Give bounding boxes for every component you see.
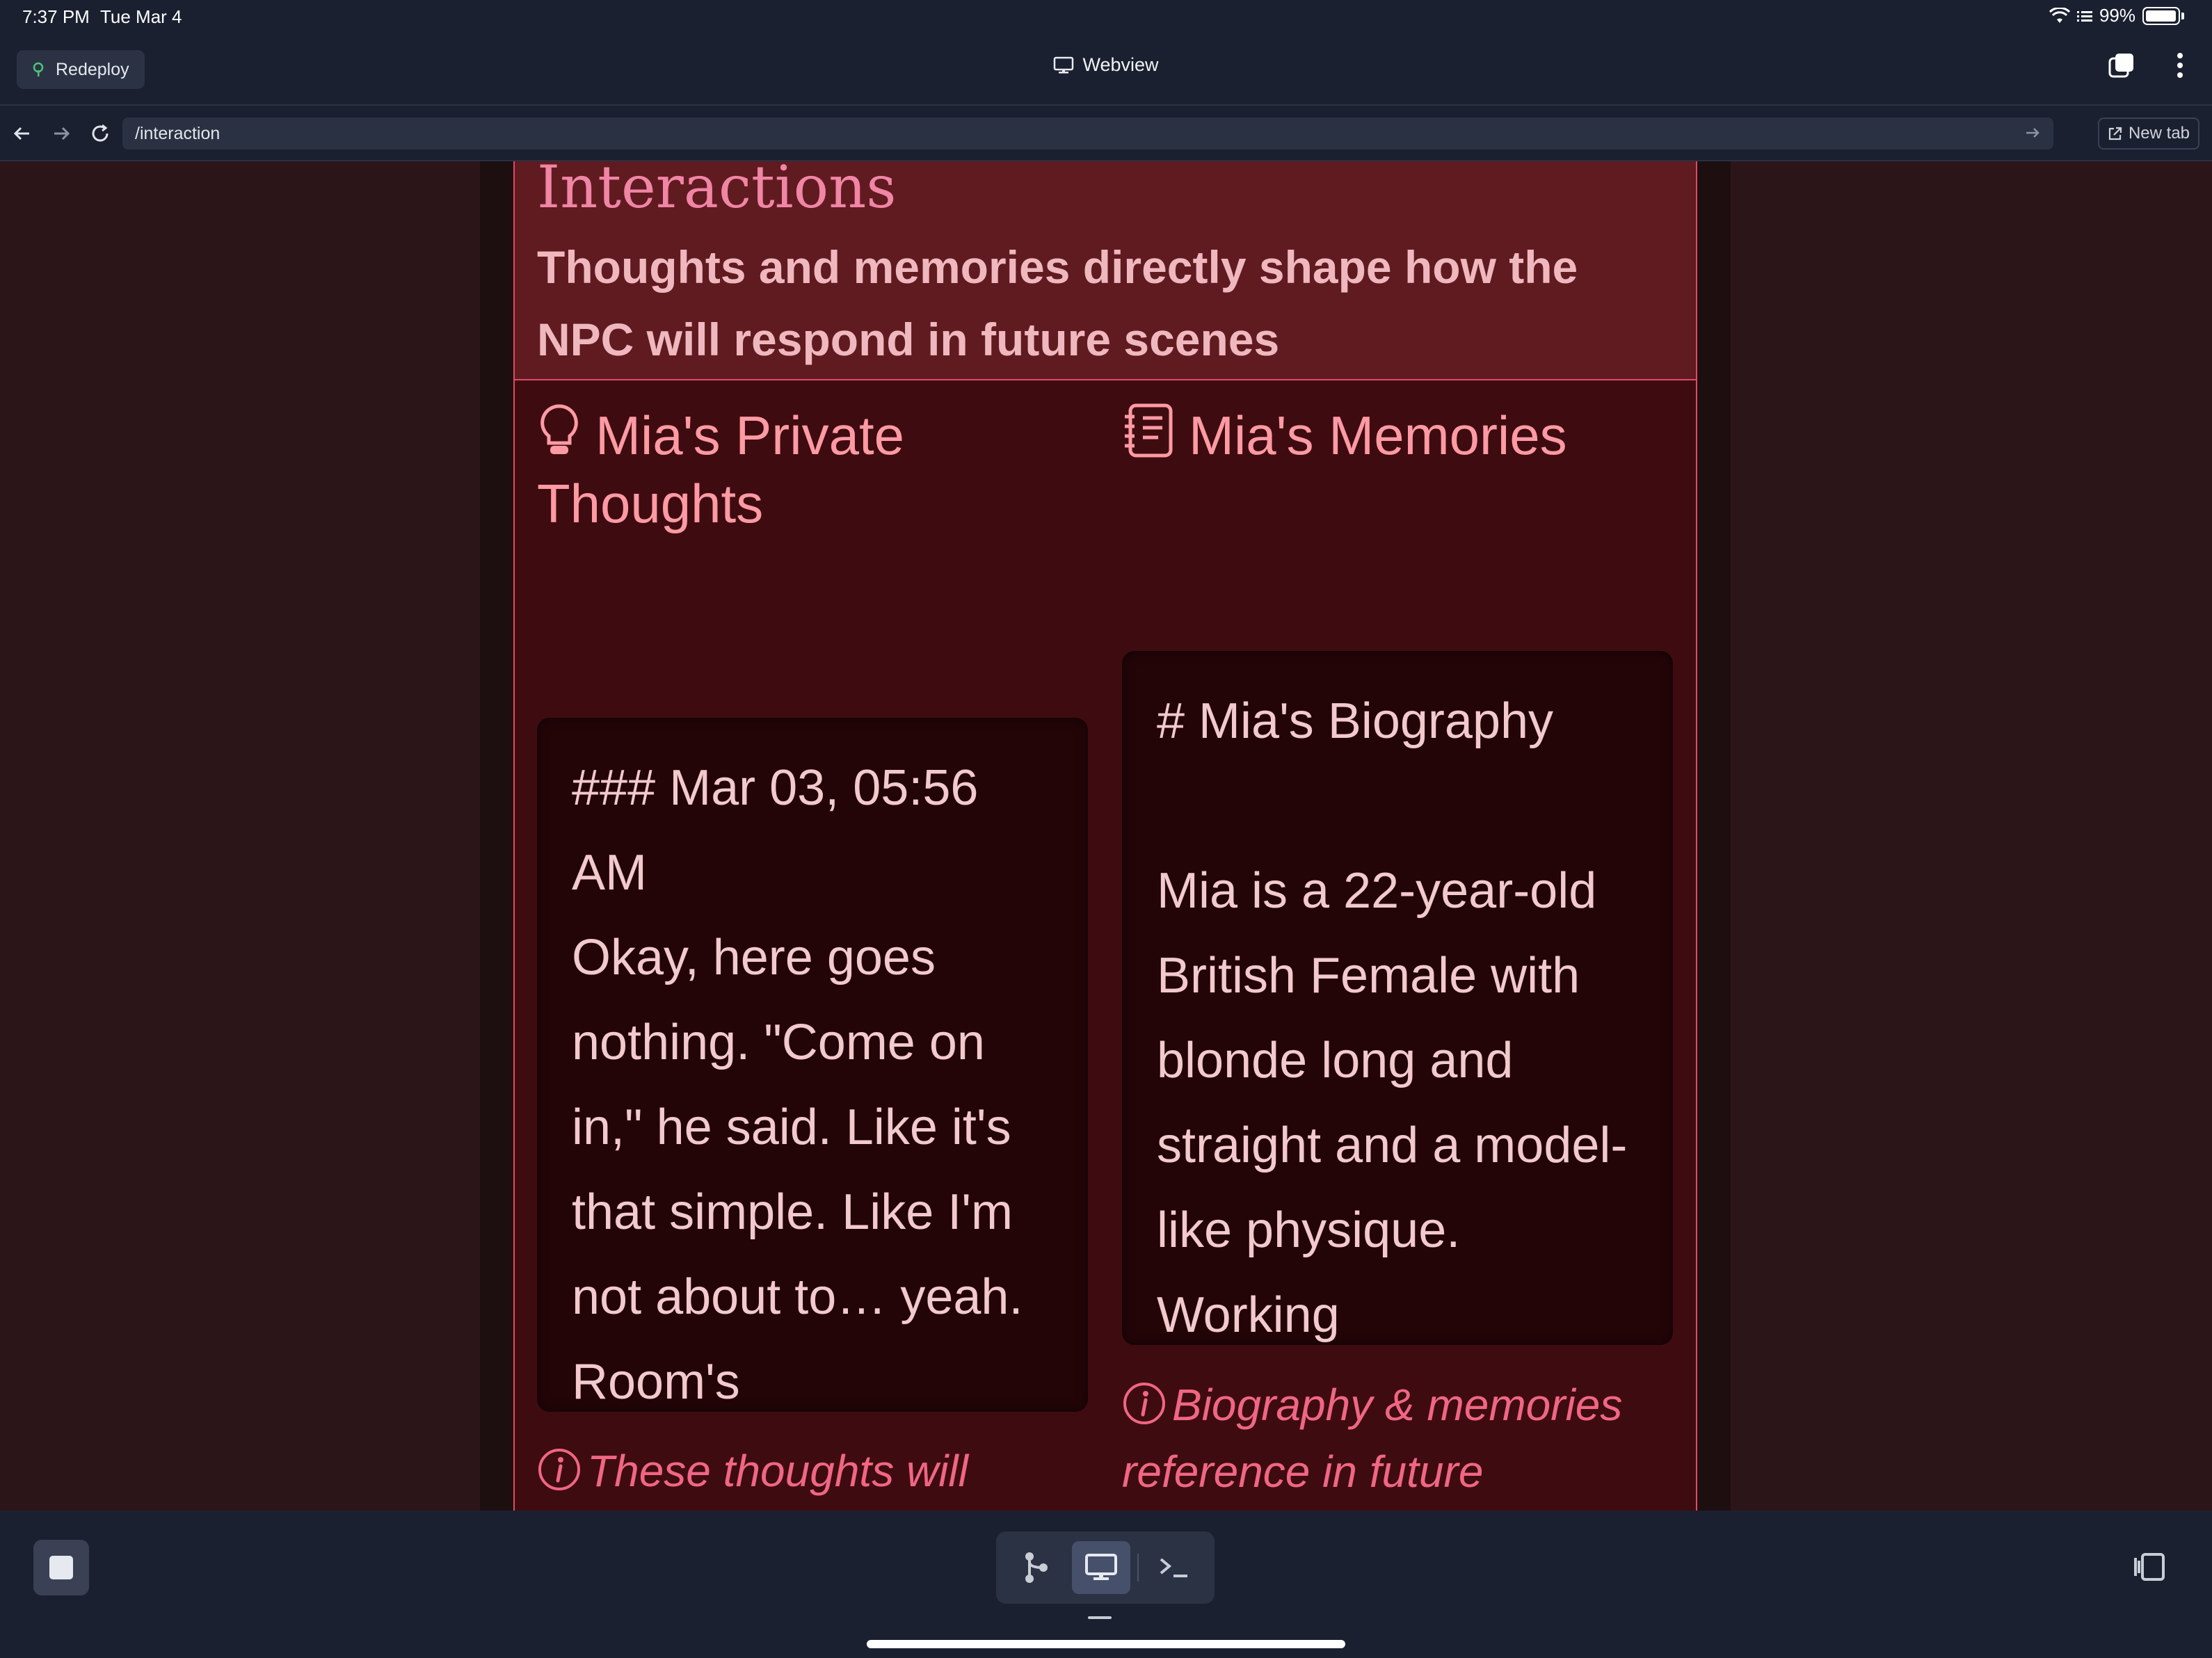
webview-title: Webview (1082, 54, 1159, 75)
monitor-icon (1054, 56, 1074, 73)
url-path: /interaction (135, 123, 221, 143)
webview: Interactions Thoughts and memories direc… (0, 161, 2212, 1511)
webview-tab[interactable] (1072, 1541, 1130, 1594)
thoughts-heading-label: Mia's Private Thoughts (537, 405, 905, 534)
memories-section: Mia's Memories # Mia's Biography Mia is … (1122, 401, 1673, 1497)
url-input[interactable]: /interaction (122, 118, 2053, 150)
status-time: 7:37 PM (22, 6, 90, 27)
stop-button[interactable] (33, 1540, 89, 1595)
back-button[interactable] (8, 120, 36, 147)
status-indicators: 99% (2049, 5, 2184, 26)
new-tab-label: New tab (2128, 124, 2190, 143)
page-subtitle: Thoughts and memories directly shape how… (537, 241, 1578, 365)
list-icon (2076, 10, 2092, 22)
split-view-icon (2134, 1553, 2165, 1581)
memories-heading-label: Mia's Memories (1189, 405, 1567, 466)
memories-textarea[interactable]: # Mia's Biography Mia is a 22-year-old B… (1122, 651, 1673, 1345)
reload-icon (92, 124, 109, 142)
bottom-dock (0, 1511, 2212, 1658)
app-header: Redeploy Webview (0, 33, 2212, 106)
thoughts-textarea[interactable]: ### Mar 03, 05:56 AM Okay, here goes not… (537, 718, 1088, 1412)
active-tab-indicator (1088, 1616, 1112, 1619)
stop-icon (49, 1556, 73, 1579)
panel-header: Interactions Thoughts and memories direc… (515, 161, 1696, 380)
terminal-icon (1160, 1558, 1188, 1577)
url-row: /interaction New tab (0, 106, 2212, 161)
info-circle-icon (1123, 1383, 1165, 1424)
segment-divider (1137, 1554, 1139, 1581)
arrow-left-icon (13, 127, 29, 140)
notebook-icon (1125, 403, 1173, 458)
battery-percent: 99% (2099, 5, 2135, 26)
thoughts-note: These thoughts will guide the NPC's acti… (537, 1438, 1088, 1511)
lightbulb-icon (540, 404, 578, 454)
git-branch-icon (1025, 1552, 1048, 1583)
external-link-icon (2108, 127, 2122, 140)
memories-heading: Mia's Memories (1122, 401, 1673, 469)
thoughts-section: Mia's Private Thoughts ### Mar 03, 05:56… (537, 401, 1088, 1496)
view-switcher (996, 1531, 1215, 1604)
app-title: Webview (0, 54, 2212, 76)
arrow-right-icon (54, 127, 70, 140)
more-menu-icon[interactable] (2176, 51, 2184, 79)
thoughts-note-text: These thoughts will guide the NPC's acti… (587, 1446, 968, 1496)
status-bar: 7:37 PM Tue Mar 4 99% (0, 0, 2212, 33)
wifi-icon (2049, 7, 2070, 23)
reload-button[interactable] (86, 120, 114, 147)
header-actions (2108, 51, 2184, 79)
interactions-panel: Interactions Thoughts and memories direc… (513, 161, 1697, 1511)
page-column: Interactions Thoughts and memories direc… (480, 161, 1731, 1511)
memories-note-text: Biography & memories reference in future… (1122, 1380, 1623, 1497)
new-tab-button[interactable]: New tab (2098, 118, 2199, 150)
home-indicator (867, 1640, 1345, 1648)
info-circle-icon (538, 1449, 580, 1490)
battery-icon (2142, 6, 2180, 25)
status-date: Tue Mar 4 (100, 6, 182, 27)
forward-button[interactable] (47, 120, 75, 147)
thoughts-heading: Mia's Private Thoughts (537, 401, 1088, 538)
go-arrow-icon[interactable] (2024, 124, 2041, 141)
tabs-icon[interactable] (2108, 51, 2135, 79)
terminal-tab[interactable] (1146, 1541, 1203, 1594)
page-title: Interactions (537, 161, 897, 221)
split-view-button[interactable] (2133, 1552, 2166, 1585)
git-branch-tab[interactable] (1007, 1541, 1065, 1594)
monitor-icon (1085, 1554, 1118, 1580)
memories-note: Biography & memories reference in future… (1122, 1371, 1673, 1511)
